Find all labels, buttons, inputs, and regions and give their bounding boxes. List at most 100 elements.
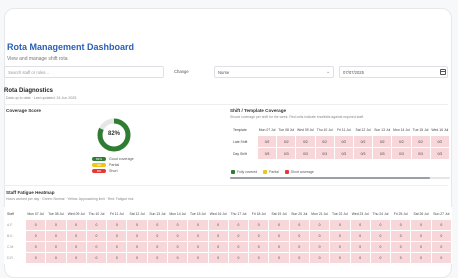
fatigue-cell: 0 [390,219,412,231]
fatigue-cell: 0 [24,241,47,253]
fatigue-cell: 0 [430,219,453,231]
coverage-cell: 0/2 [391,135,412,148]
coverage-column-header: Fri 11 Jul [333,124,354,136]
coverage-legend-item: 82% Good coverage [92,157,134,162]
fatigue-column-header: Fri 11 Jul [106,207,128,220]
filter-bar: Search staff or roles... Change Nurse ⌄ … [4,66,448,79]
fatigue-cell: 0 [369,219,392,231]
fatigue-row: B.K. 0 0 0 0 0 0 0 0 0 0 0 0 0 0 0 0 0 0 0 0 0 [4,230,453,242]
fatigue-cell: 0 [187,241,209,253]
search-input[interactable]: Search staff or roles... [4,66,164,78]
fatigue-cell: 0 [329,252,351,264]
fatigue-cell: 0 [106,241,128,253]
calendar-icon[interactable] [440,69,446,75]
fatigue-cell: 0 [349,230,371,242]
shift-coverage-table: Template Mon 07 Jul Tue 08 Jul Wed 09 Jul Th… [230,124,451,160]
coverage-column-header: Mon 14 Jul [391,124,412,136]
coverage-cell: 0/3 [295,147,316,160]
coverage-cell: 0/2 [256,135,278,148]
fatigue-row-label: A.F. [4,219,26,231]
fatigue-column-header: Sat 12 Jul [126,207,148,220]
coverage-legend-item: 9% Short [92,169,118,174]
fatigue-row-label: B.K. [4,230,26,242]
fatigue-cell: 0 [65,241,87,253]
fatigue-cell: 0 [126,219,148,231]
fatigue-column-header: Sun 20 Jul [288,207,310,220]
scrollbar-thumb[interactable] [230,177,430,179]
legend-swatch [284,170,289,175]
fatigue-row-label: D.R. [4,252,26,264]
fatigue-cell: 0 [207,252,229,264]
fatigue-cell: 0 [268,219,290,231]
legend-swatch [263,170,268,175]
coverage-column-header: Template [230,124,258,136]
fatigue-column-header: Fri 25 Jul [390,207,412,220]
fatigue-column-header: Sun 27 Jul [430,207,453,220]
fatigue-cell: 0 [85,252,108,264]
coverage-cell: 0/2 [429,135,451,148]
coverage-column-header: Mon 07 Jul [256,124,278,136]
fatigue-column-header: Mon 07 Jul [24,207,47,220]
fatigue-column-header: Thu 10 Jul [85,207,108,220]
fatigue-cell: 0 [126,230,148,242]
coverage-cell: 0/2 [352,135,374,148]
fatigue-cell: 0 [248,252,270,264]
fatigue-column-header: Thu 24 Jul [369,207,392,220]
coverage-legend-label: Partial [109,163,120,167]
coverage-column-header: Sat 12 Jul [352,124,374,136]
fatigue-cell: 0 [227,252,250,264]
divider [4,185,448,186]
coverage-cell: 0/2 [372,135,393,148]
coverage-column-header: Wed 09 Jul [295,124,316,136]
coverage-cell: 0/3 [410,147,431,160]
shift-coverage-title: Shift / Template Coverage [230,108,287,113]
fatigue-cell: 0 [65,252,87,264]
fatigue-cell: 0 [106,252,128,264]
chevron-down-icon[interactable]: ⌄ [326,66,330,78]
legend-label: Fully covered [237,170,258,174]
coverage-legend-pill: 82% [92,157,106,162]
fatigue-cell: 0 [248,230,270,242]
legend-swatch [231,170,235,175]
fatigue-column-header: Wed 16 Jul [207,207,229,220]
coverage-cell: 0/3 [276,147,297,160]
fatigue-column-header: Mon 21 Jul [308,207,331,220]
fatigue-cell: 0 [106,219,128,231]
fatigue-cell: 0 [227,241,250,253]
fatigue-row-label: C.M. [4,241,26,253]
fatigue-heatmap-table: Staff Mon 07 Jul Tue 08 Jul Wed 09 Jul Thu 1… [4,207,453,264]
fatigue-cell: 0 [187,219,209,231]
fatigue-column-header: Tue 22 Jul [329,207,351,220]
coverage-percent: 82% [107,131,120,137]
fatigue-row: C.M. 0 0 0 0 0 0 0 0 0 0 0 0 0 0 0 0 0 0 0 0 0 [4,241,453,253]
divider [4,104,448,105]
coverage-score-title: Coverage Score [6,108,41,113]
fatigue-column-header: Thu 17 Jul [227,207,250,220]
coverage-row-label: Late Shift [230,135,258,148]
role-select[interactable]: Nurse [214,66,334,78]
fatigue-subtitle: Hours worked per day · Green: Normal · Y… [6,197,134,201]
coverage-column-header: Tue 08 Jul [276,124,297,136]
date-input[interactable]: 07/07/2025 [339,66,448,78]
shift-coverage-legend: Fully covered Partial Short coverage [231,170,320,175]
coverage-legend-item: 9% Partial [92,163,120,168]
fatigue-cell: 0 [410,252,432,264]
search-placeholder: Search staff or roles... [8,70,49,75]
fatigue-cell: 0 [349,219,371,231]
fatigue-cell: 0 [390,241,412,253]
coverage-row-label: Day Shift [230,147,258,160]
fatigue-cell: 0 [288,252,310,264]
fatigue-cell: 0 [45,219,67,231]
coverage-column-header: Thu 10 Jul [314,124,335,136]
shift-coverage-subtitle: Shows coverage per shift for the week. R… [230,115,364,119]
horizontal-scrollbar[interactable] [230,177,450,179]
fatigue-cell: 0 [207,241,229,253]
legend-label: Short coverage [290,170,314,174]
fatigue-cell: 0 [126,241,148,253]
legend-label: Partial [269,170,279,174]
fatigue-cell: 0 [308,219,331,231]
fatigue-cell: 0 [24,230,47,242]
fatigue-cell: 0 [166,219,189,231]
coverage-cell: 0/2 [295,135,316,148]
fatigue-cell: 0 [390,230,412,242]
